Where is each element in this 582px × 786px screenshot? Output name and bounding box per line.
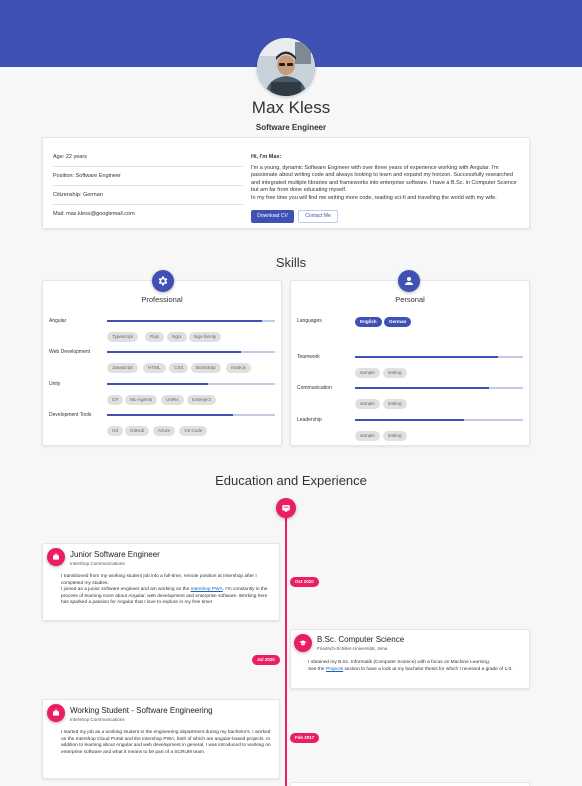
skill-bar-fill bbox=[355, 356, 498, 358]
profile-avatar bbox=[257, 38, 315, 96]
info-position: Position: Software Engineer bbox=[53, 167, 243, 186]
skill-bar-fill bbox=[107, 383, 208, 385]
briefcase-icon bbox=[47, 548, 65, 566]
chip-sample: sample bbox=[355, 431, 380, 441]
info-mail: Mail: max.kless@googlemail.com bbox=[53, 211, 135, 217]
card-icon bbox=[276, 498, 296, 518]
briefcase-icon bbox=[47, 704, 65, 722]
personal-heading: Personal bbox=[395, 295, 425, 304]
skill-label-web-development: Web Development bbox=[49, 349, 91, 355]
chip-ml-agents: ML-Agents bbox=[125, 395, 158, 405]
entry-org: Intershop Communications bbox=[70, 561, 125, 566]
about-paragraph: I'm a young, dynamic Software Engineer w… bbox=[251, 164, 517, 194]
entry-body-pre: See the bbox=[308, 666, 326, 672]
skill-label-communication: Communication bbox=[297, 385, 332, 391]
contact-me-button[interactable]: Contact Me bbox=[298, 210, 338, 223]
entry-org: Friedrich-Schiller-Universität, Jena bbox=[317, 646, 388, 651]
chip-git: Git bbox=[107, 426, 123, 436]
entry-body: I obtained my B.Sc. Informatik (Computer… bbox=[308, 660, 526, 673]
skill-label-teamwork: Teamwork bbox=[297, 354, 320, 360]
professional-heading: Professional bbox=[141, 295, 183, 304]
skill-label-angular: Angular bbox=[49, 318, 67, 324]
languages-label: Languages bbox=[297, 318, 322, 324]
graduation-cap-icon bbox=[294, 634, 312, 652]
skill-bar-fill bbox=[107, 351, 242, 353]
chip-german: German bbox=[384, 317, 412, 327]
about-text: Hi, I'm Max: I'm a young, dynamic Softwa… bbox=[251, 154, 521, 202]
info-age: Age: 22 years bbox=[53, 148, 243, 167]
chip-javascript: Javascript bbox=[107, 363, 138, 373]
timeline-line bbox=[285, 508, 287, 786]
entry-title: Working Student - Software Engineering bbox=[70, 706, 213, 715]
chip-csharp: C# bbox=[107, 395, 123, 405]
chip-testing: testing bbox=[383, 399, 407, 409]
skill-bar-fill bbox=[355, 387, 490, 389]
professional-skills-card: Professional Angular Typescript Rxjs Ngr… bbox=[42, 280, 282, 446]
skill-bar-fill bbox=[107, 414, 233, 416]
chip-english: English bbox=[355, 317, 382, 327]
skill-label-development-tools: Development Tools bbox=[49, 412, 92, 418]
projects-link[interactable]: Projects bbox=[326, 667, 343, 672]
chip-typescript: Typescript bbox=[107, 332, 138, 342]
person-icon bbox=[398, 270, 420, 292]
date-badge: Feb 2017 bbox=[290, 733, 320, 743]
chip-sample: sample bbox=[355, 399, 380, 409]
chip-testing: testing bbox=[383, 368, 407, 378]
info-citizenship: Citizenship: German bbox=[53, 186, 243, 205]
download-cv-button[interactable]: Download CV bbox=[251, 210, 294, 223]
chip-testing: testing bbox=[383, 431, 407, 441]
skill-bar-web-development bbox=[107, 351, 275, 353]
timeline-card-junior-engineer: Junior Software Engineer Intershop Commu… bbox=[42, 543, 280, 621]
skill-bar-angular bbox=[107, 320, 275, 322]
chip-sample: sample bbox=[355, 368, 380, 378]
entry-body: I transitioned from my working student j… bbox=[61, 574, 275, 607]
skill-bar-development-tools bbox=[107, 414, 275, 416]
chip-html: HTML bbox=[143, 363, 166, 373]
chip-vscode: VS Code bbox=[179, 426, 208, 436]
skill-bar-fill bbox=[355, 419, 465, 421]
entry-title: Junior Software Engineer bbox=[70, 550, 160, 559]
entry-body-intro: I transitioned from my working student j… bbox=[61, 574, 257, 586]
skill-bar-leadership bbox=[355, 419, 523, 421]
gear-icon bbox=[152, 270, 174, 292]
about-title: Hi, I'm Max: bbox=[251, 154, 282, 160]
entry-body-post: section to have a look at my bachelor th… bbox=[343, 666, 513, 672]
intershop-pwa-link[interactable]: Intershop PWA bbox=[191, 587, 223, 592]
skills-title: Skills bbox=[275, 255, 307, 270]
chip-unirx: UniRx bbox=[161, 395, 184, 405]
entry-title: B.Sc. Computer Science bbox=[317, 635, 405, 644]
education-title: Education and Experience bbox=[215, 473, 367, 488]
chip-ngrx: Ngrx bbox=[167, 332, 187, 342]
chip-azure: Azure bbox=[153, 426, 176, 436]
info-card: Age: 22 years Position: Software Enginee… bbox=[42, 137, 530, 229]
skill-bar-unity bbox=[107, 383, 275, 385]
chip-css: CSS bbox=[169, 363, 189, 373]
about-hobbies: In my free time you will find me writing… bbox=[251, 194, 497, 201]
chip-bootstrap: Bootstrap bbox=[191, 363, 221, 373]
timeline-card-working-student: Working Student - Software Engineering I… bbox=[42, 699, 280, 779]
timeline-card-bsc: B.Sc. Computer Science Friedrich-Schille… bbox=[290, 629, 530, 689]
chip-ngx-formly: Ngx-formly bbox=[189, 332, 222, 342]
date-badge: Oct 2020 bbox=[290, 577, 319, 587]
chip-rxjs: Rxjs bbox=[145, 332, 164, 342]
skill-bar-communication bbox=[355, 387, 523, 389]
personal-skills-card: Personal Languages English German Teamwo… bbox=[290, 280, 530, 446]
profile-role: Software Engineer bbox=[255, 123, 327, 132]
timeline-card-next bbox=[290, 782, 530, 786]
entry-body-pre: I joined as a junior software engineer a… bbox=[61, 587, 191, 593]
chip-extenject: Extenject bbox=[187, 395, 216, 405]
skill-bar-teamwork bbox=[355, 356, 523, 358]
chip-nodejs: node.js bbox=[226, 363, 251, 373]
entry-body: I started my job as a working student in… bbox=[61, 730, 271, 755]
chip-github: GitHub bbox=[125, 426, 150, 436]
skill-label-unity: Unity bbox=[49, 381, 61, 387]
skill-label-leadership: Leadership bbox=[297, 417, 322, 423]
entry-org: Intershop Communications bbox=[70, 717, 125, 722]
entry-body-intro: I obtained my B.Sc. Informatik (Computer… bbox=[308, 660, 491, 665]
profile-name: Max Kless bbox=[251, 98, 331, 117]
date-badge: Jul 2020 bbox=[252, 655, 280, 665]
skill-bar-fill bbox=[107, 320, 262, 322]
